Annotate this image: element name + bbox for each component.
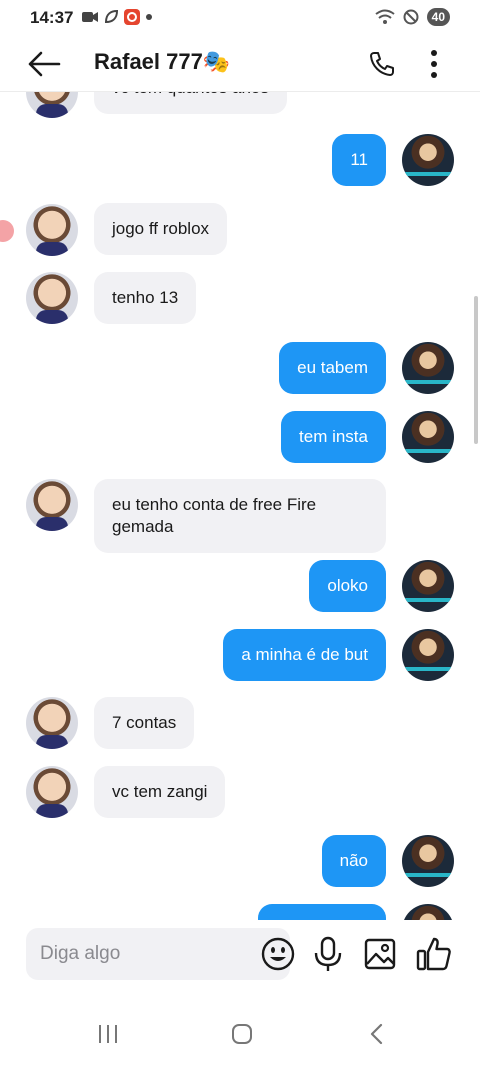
- emoji-button[interactable]: [260, 936, 296, 972]
- chat-header: Rafael 777🎭: [0, 36, 480, 92]
- status-bar: 14:37 40: [0, 0, 480, 36]
- message-incoming[interactable]: vc tem zangi: [94, 766, 226, 818]
- status-notification-icons: [82, 9, 152, 25]
- do-not-disturb-icon: [403, 9, 419, 25]
- message-bubble: jogo ff roblox: [94, 203, 228, 255]
- message-list[interactable]: vc tem quantos anos 11 jogo ff roblox te…: [0, 92, 480, 920]
- wifi-icon: [375, 9, 395, 24]
- message-outgoing[interactable]: 11: [332, 134, 386, 186]
- recent-apps-icon: [99, 1025, 117, 1043]
- message-incoming[interactable]: tenho 13: [94, 272, 197, 324]
- video-camera-icon: [82, 12, 98, 22]
- message-bubble: eu tabem: [279, 342, 386, 394]
- back-button[interactable]: [24, 44, 64, 84]
- recent-apps-button[interactable]: [88, 1014, 128, 1054]
- message-outgoing[interactable]: eu tabem: [279, 342, 386, 394]
- message-outgoing[interactable]: não: [321, 835, 386, 887]
- back-nav-button[interactable]: [356, 1014, 396, 1054]
- avatar: [26, 92, 78, 118]
- arrow-left-icon: [28, 51, 61, 77]
- smiley-icon: [261, 937, 295, 971]
- message-outgoing[interactable]: tem insta: [281, 411, 386, 463]
- thumbs-up-icon: [416, 937, 451, 971]
- home-button[interactable]: [222, 1014, 262, 1054]
- avatar: [402, 904, 454, 920]
- battery-indicator: 40: [426, 8, 450, 26]
- message-incoming[interactable]: 7 contas: [94, 697, 195, 749]
- floating-bubble-indicator[interactable]: [0, 220, 14, 242]
- message-incoming[interactable]: eu tenho conta de free Fire gemada: [94, 479, 386, 553]
- avatar: [402, 342, 454, 394]
- status-system-icons: 40: [375, 8, 450, 26]
- system-navigation-bar: [0, 990, 480, 1066]
- avatar: [26, 697, 78, 749]
- avatar: [26, 479, 78, 531]
- message-input[interactable]: [40, 928, 240, 980]
- chevron-left-icon: [370, 1023, 383, 1045]
- call-button[interactable]: [362, 44, 402, 84]
- message-incoming[interactable]: vc tem quantos anos: [94, 92, 287, 114]
- microphone-icon: [314, 936, 342, 971]
- avatar: [402, 411, 454, 463]
- image-icon: [364, 938, 396, 970]
- message-outgoing[interactable]: a minha é de but: [223, 629, 386, 681]
- message-bubble: [258, 904, 386, 920]
- message-bubble: eu tenho conta de free Fire gemada: [94, 479, 386, 553]
- chat-title: Rafael 777🎭: [94, 49, 231, 74]
- avatar: [402, 134, 454, 186]
- message-bubble: 11: [332, 134, 386, 186]
- message-bubble: vc tem quantos anos: [94, 92, 287, 114]
- avatar: [402, 629, 454, 681]
- message-bubble: oloko: [309, 560, 386, 612]
- status-time: 14:37: [30, 8, 74, 27]
- message-bubble: 7 contas: [94, 697, 195, 749]
- message-bubble: tem insta: [281, 411, 386, 463]
- message-outgoing[interactable]: [258, 904, 386, 920]
- message-bubble: tenho 13: [94, 272, 197, 324]
- like-button[interactable]: [412, 932, 456, 976]
- message-bubble: a minha é de but: [223, 629, 386, 681]
- voice-message-button[interactable]: [308, 934, 348, 974]
- home-icon: [232, 1024, 252, 1044]
- avatar: [402, 835, 454, 887]
- phone-icon: [370, 52, 394, 76]
- leaf-icon: [104, 10, 118, 24]
- message-composer: [0, 920, 480, 990]
- more-vertical-icon: [431, 50, 437, 78]
- avatar: [402, 560, 454, 612]
- message-incoming[interactable]: jogo ff roblox: [94, 203, 228, 255]
- message-bubble: não: [321, 835, 386, 887]
- avatar: [26, 272, 78, 324]
- scrollbar[interactable]: [474, 296, 478, 444]
- dot-icon: [146, 14, 152, 20]
- avatar: [26, 204, 78, 256]
- avatar: [26, 766, 78, 818]
- app-notification-icon: [124, 9, 140, 25]
- more-options-button[interactable]: [414, 44, 454, 84]
- message-input-box: [26, 928, 295, 980]
- message-bubble: vc tem zangi: [94, 766, 226, 818]
- message-outgoing[interactable]: oloko: [309, 560, 386, 612]
- send-image-button[interactable]: [360, 934, 400, 974]
